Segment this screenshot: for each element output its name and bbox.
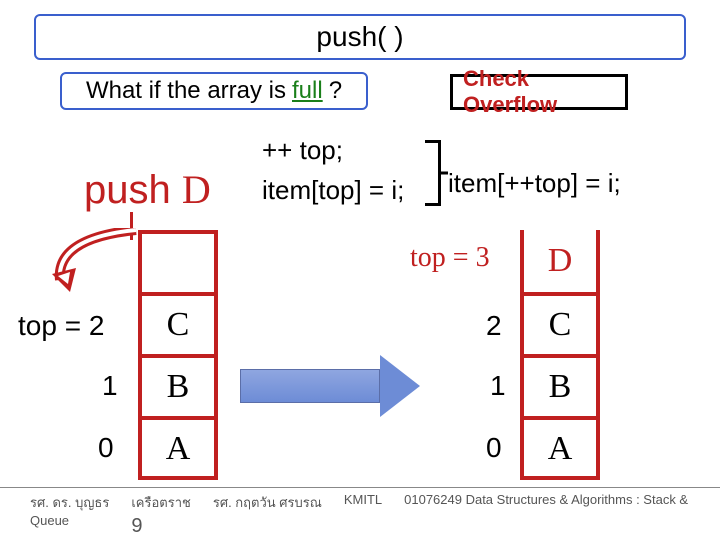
top-label-after: top = 3 [410,242,490,274]
subtitle-emph: full [292,77,323,105]
subtitle-box: What if the array is full ? [60,72,368,110]
stack-cell [142,230,214,292]
stack-before: C B A [138,230,218,480]
footer-author2: เครือตราช [131,492,190,513]
index-label: 2 [486,310,502,342]
push-call-label: push D [84,166,211,213]
slide-title: push( ) [316,21,403,53]
subtitle-suffix: ? [329,77,342,105]
brace-icon [425,140,441,206]
footer-course: 01076249 Data Structures & Algorithms : … [404,492,688,507]
top-label-before: top = 2 [18,310,104,342]
transition-arrow-icon [240,355,420,417]
code-line-1: ++ top; [262,135,343,166]
code-line-combined: item[++top] = i; [448,168,621,199]
footer-author1a: รศ. ดร. บุญธร [30,492,109,513]
slide-number: 9 [131,515,190,538]
stack-cell: C [142,292,214,354]
push-arg: D [182,167,211,212]
check-overflow-label: Check Overflow [463,66,625,118]
stack-cell: B [142,354,214,416]
stack-cell: A [142,416,214,478]
stack-after: D C B A [520,230,600,480]
index-label: 0 [486,432,502,464]
index-label: 1 [490,370,506,402]
stack-cell: A [524,416,596,478]
footer-author1b: Queue [30,513,109,528]
check-overflow-box: Check Overflow [450,74,628,110]
subtitle-prefix: What if the array is [86,77,286,105]
index-label: 1 [102,370,118,402]
push-word: push [84,168,182,212]
stack-cell: C [524,292,596,354]
footer-author3: รศ. กฤตวัน ศรบรณ [213,492,322,513]
stack-cell: D [524,230,596,292]
index-label: 0 [98,432,114,464]
code-line-2: item[top] = i; [262,175,404,206]
slide-title-box: push( ) [34,14,686,60]
stack-cell: B [524,354,596,416]
footer-institution: KMITL [344,492,382,507]
slide-footer: รศ. ดร. บุญธร Queue เครือตราช 9 รศ. กฤตว… [0,487,720,540]
